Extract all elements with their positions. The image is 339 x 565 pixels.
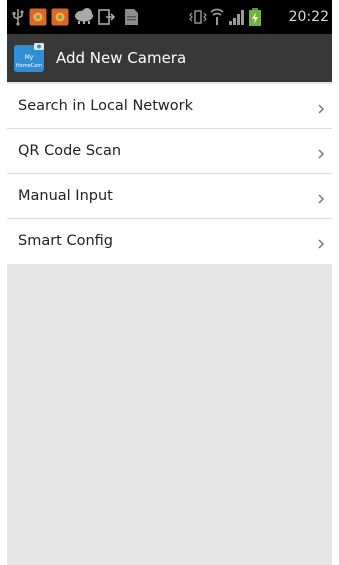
wifi-icon bbox=[210, 8, 224, 30]
file-icon bbox=[123, 8, 139, 30]
signal-icon bbox=[228, 8, 246, 30]
chevron-right-icon bbox=[317, 190, 325, 204]
menu-item-smart-config[interactable]: Smart Config bbox=[7, 219, 332, 264]
vibrate-icon bbox=[189, 8, 207, 30]
phone-screen: 20:22 My HomeCam Add New Camera Search i… bbox=[7, 0, 332, 565]
page-title: Add New Camera bbox=[56, 49, 187, 67]
app-notification-icon bbox=[29, 8, 47, 30]
menu-item-qr-code-scan[interactable]: QR Code Scan bbox=[7, 129, 332, 174]
action-bar: My HomeCam Add New Camera bbox=[7, 34, 332, 82]
chevron-right-icon bbox=[317, 100, 325, 114]
usb-icon bbox=[11, 8, 25, 30]
menu-item-label: Manual Input bbox=[18, 188, 113, 204]
add-camera-options-list: Search in Local Network QR Code Scan Man… bbox=[7, 84, 332, 264]
status-bar: 20:22 bbox=[7, 0, 332, 34]
app-notification-icon bbox=[51, 8, 69, 30]
menu-item-label: QR Code Scan bbox=[18, 143, 122, 159]
svg-text:My: My bbox=[25, 54, 34, 61]
status-time: 20:22 bbox=[288, 9, 329, 25]
svg-text:HomeCam: HomeCam bbox=[16, 63, 42, 69]
cloud-icon bbox=[73, 8, 95, 30]
menu-item-label: Search in Local Network bbox=[18, 98, 193, 114]
battery-charging-icon bbox=[248, 8, 262, 30]
menu-item-manual-input[interactable]: Manual Input bbox=[7, 174, 332, 219]
my-homecam-app-icon[interactable]: My HomeCam bbox=[14, 43, 46, 73]
transfer-icon bbox=[98, 8, 116, 30]
menu-item-label: Smart Config bbox=[18, 233, 113, 249]
menu-item-search-local-network[interactable]: Search in Local Network bbox=[7, 84, 332, 129]
chevron-right-icon bbox=[317, 235, 325, 249]
chevron-right-icon bbox=[317, 145, 325, 159]
